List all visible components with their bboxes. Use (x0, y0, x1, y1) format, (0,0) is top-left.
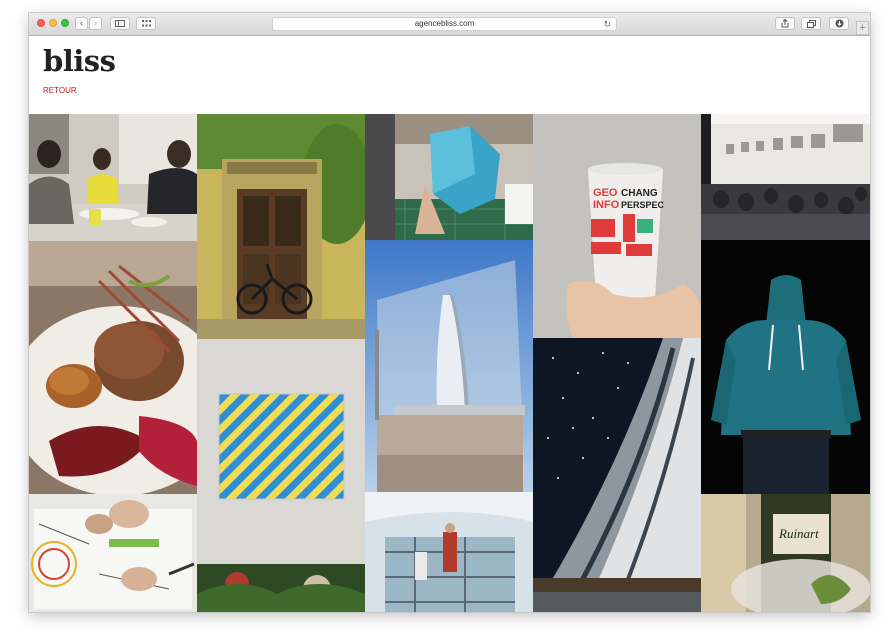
plus-icon: + (859, 22, 866, 34)
photo-paper-mask[interactable] (365, 114, 533, 240)
download-icon (835, 19, 843, 28)
photo-burj-al-arab[interactable] (365, 240, 533, 492)
sidebar-button[interactable] (110, 17, 130, 30)
photo-christmas-tree[interactable] (197, 564, 365, 612)
tabs-icon (806, 19, 816, 28)
bicycle-door-image (197, 114, 365, 339)
christmas-tree-image (197, 564, 365, 612)
photo-striped-square[interactable] (197, 339, 365, 564)
photo-food-plate[interactable] (29, 241, 197, 494)
tabs-overview-button[interactable] (801, 17, 821, 30)
photo-plastic-cup[interactable]: GEO INFO CHANG PERSPEC (533, 114, 701, 338)
minimize-window-button[interactable] (49, 19, 57, 27)
zoom-window-button[interactable] (61, 19, 69, 27)
address-bar[interactable]: agencebliss.com ↻ (272, 17, 617, 31)
strip-image (533, 592, 701, 612)
bottle-label-text: Ruinart (778, 526, 819, 541)
scaffolding-image (365, 492, 533, 612)
browser-window: ‹ › agencebliss.com ↻ bliss RETOUR GEO I… (29, 13, 870, 612)
photo-hoodie[interactable] (701, 240, 870, 494)
sidebar-icon (115, 20, 125, 27)
url-text: agencebliss.com (414, 19, 475, 28)
building-night-image (533, 338, 701, 592)
cup-text-perspec: PERSPEC (621, 200, 665, 210)
burj-al-arab-image (365, 240, 533, 492)
site-header: bliss RETOUR (29, 36, 870, 114)
photo-building-night[interactable] (533, 338, 701, 592)
grid-icon (141, 20, 151, 27)
sketches-image (29, 494, 197, 612)
chevron-right-icon: › (94, 18, 97, 28)
meeting-image (29, 114, 197, 241)
photo-scaffolding[interactable] (365, 492, 533, 612)
back-link[interactable]: RETOUR (43, 86, 77, 95)
exhibition-image (701, 114, 870, 240)
champagne-image: Ruinart (701, 494, 870, 612)
cup-text-change: CHANG (621, 188, 658, 199)
reload-icon[interactable]: ↻ (603, 18, 611, 30)
new-tab-button[interactable]: + (856, 21, 869, 35)
downloads-button[interactable] (829, 17, 849, 30)
paper-mask-image (365, 114, 533, 240)
browser-toolbar: ‹ › agencebliss.com ↻ (29, 13, 870, 36)
top-sites-button[interactable] (136, 17, 156, 30)
photo-gallery: GEO INFO CHANG PERSPEC Ruinart (29, 114, 870, 612)
share-icon (781, 19, 789, 28)
photo-bicycle-door[interactable] (197, 114, 365, 339)
site-logo[interactable]: bliss (43, 44, 116, 78)
back-button[interactable]: ‹ (75, 17, 88, 30)
photo-strip-bottom[interactable] (533, 592, 701, 612)
cup-text-geo: GEO (593, 187, 618, 199)
striped-square-image (197, 339, 365, 564)
chevron-left-icon: ‹ (80, 18, 83, 28)
close-window-button[interactable] (37, 19, 45, 27)
food-plate-image (29, 241, 197, 494)
forward-button[interactable]: › (89, 17, 102, 30)
hoodie-image (701, 240, 870, 494)
share-button[interactable] (775, 17, 795, 30)
photo-meeting[interactable] (29, 114, 197, 241)
photo-exhibition[interactable] (701, 114, 870, 240)
photo-sketches[interactable] (29, 494, 197, 612)
photo-champagne[interactable]: Ruinart (701, 494, 870, 612)
plastic-cup-image: GEO INFO CHANG PERSPEC (533, 114, 701, 338)
cup-text-info: INFO (593, 199, 620, 211)
